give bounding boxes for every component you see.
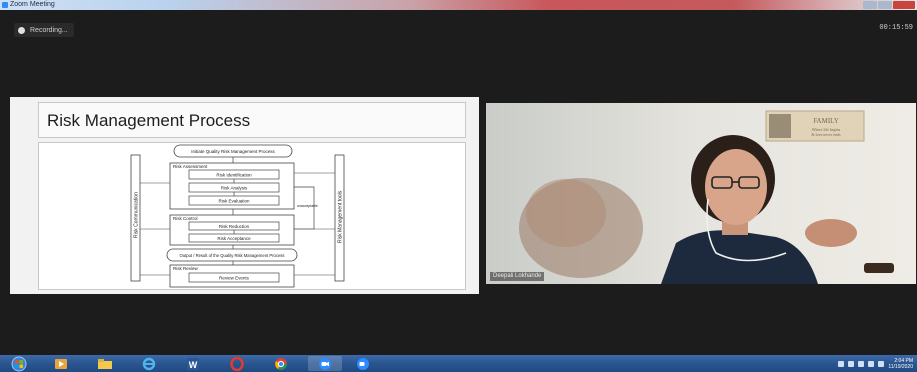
zoom-app-icon [2, 2, 8, 8]
opera-icon[interactable] [222, 356, 252, 371]
process-diagram-svg: Risk Communication Risk Management tools… [130, 144, 345, 288]
recording-label: Recording... [30, 26, 68, 34]
record-dot-icon [18, 26, 25, 34]
window-titlebar: Zoom Meeting [0, 0, 917, 10]
review-label: Risk Review [173, 266, 199, 271]
participant-video[interactable]: FAMILY Where life begins & love never en… [486, 103, 916, 284]
word-icon[interactable]: W [178, 356, 208, 371]
start-label: Initiate Quality Risk Management Process [191, 149, 275, 154]
flag-icon[interactable] [848, 360, 855, 367]
meeting-area: Recording... 00:15:59 Risk Management Pr… [0, 10, 917, 355]
output-label: Output / Result of the Quality Risk Mana… [180, 253, 285, 258]
svg-text:W: W [189, 360, 198, 370]
poster-line-2: & love never ends [811, 132, 841, 137]
poster-title: FAMILY [813, 117, 839, 125]
chrome-icon[interactable] [266, 356, 296, 371]
zoom-meeting-taskbar-icon[interactable] [348, 356, 378, 371]
file-explorer-icon[interactable] [90, 356, 120, 371]
participant-name: Deepali Lokhande [490, 272, 545, 281]
review-events-label: Review Events [219, 276, 250, 281]
assessment-label: Risk Assessment [173, 164, 208, 169]
person-hand [805, 219, 857, 247]
shared-screen-slide: Risk Management Process Risk Communicati… [10, 97, 479, 294]
taskbar-clock[interactable]: 2:04 PM 11/19/2020 [888, 358, 913, 370]
network-icon[interactable] [838, 360, 845, 367]
communication-label: Risk Communication [134, 192, 140, 238]
process-diagram: Risk Communication Risk Management tools… [38, 142, 466, 290]
internet-explorer-icon[interactable] [134, 356, 164, 371]
unacceptable-loop [294, 186, 315, 230]
zoom-taskbar-icon[interactable] [308, 356, 342, 371]
meeting-timer: 00:15:59 [879, 24, 913, 32]
display-icon[interactable] [858, 360, 865, 367]
analysis-label: Risk Analysis [221, 186, 248, 191]
media-player-icon[interactable] [46, 356, 76, 371]
acceptance-label: Risk Acceptance [217, 236, 251, 241]
start-button[interactable] [4, 356, 34, 371]
unacceptable-label: unacceptable [297, 204, 318, 208]
window-title: Zoom Meeting [10, 1, 55, 8]
control-label: Risk Control [173, 216, 198, 221]
maximize-button[interactable] [878, 1, 892, 9]
wristwatch [864, 263, 894, 273]
evaluation-label: Risk Evaluation [218, 199, 250, 204]
close-button[interactable] [893, 1, 915, 9]
recording-indicator[interactable]: Recording... [14, 23, 74, 37]
reduction-label: Risk Reduction [219, 224, 250, 229]
signal-icon[interactable] [868, 360, 875, 367]
system-tray: 2:04 PM 11/19/2020 [838, 357, 913, 370]
minimize-button[interactable] [863, 1, 877, 9]
clock-date: 11/19/2020 [888, 363, 913, 370]
windows-taskbar: W 2:04 PM 11/19/2020 [0, 355, 917, 372]
tools-label: Risk Management tools [338, 190, 344, 243]
video-frame: FAMILY Where life begins & love never en… [486, 103, 916, 284]
identification-label: Risk Identification [216, 173, 252, 178]
window-controls [863, 1, 915, 9]
slide-title: Risk Management Process [47, 111, 251, 130]
slide-title-box: Risk Management Process [38, 102, 466, 138]
volume-icon[interactable] [878, 360, 885, 367]
